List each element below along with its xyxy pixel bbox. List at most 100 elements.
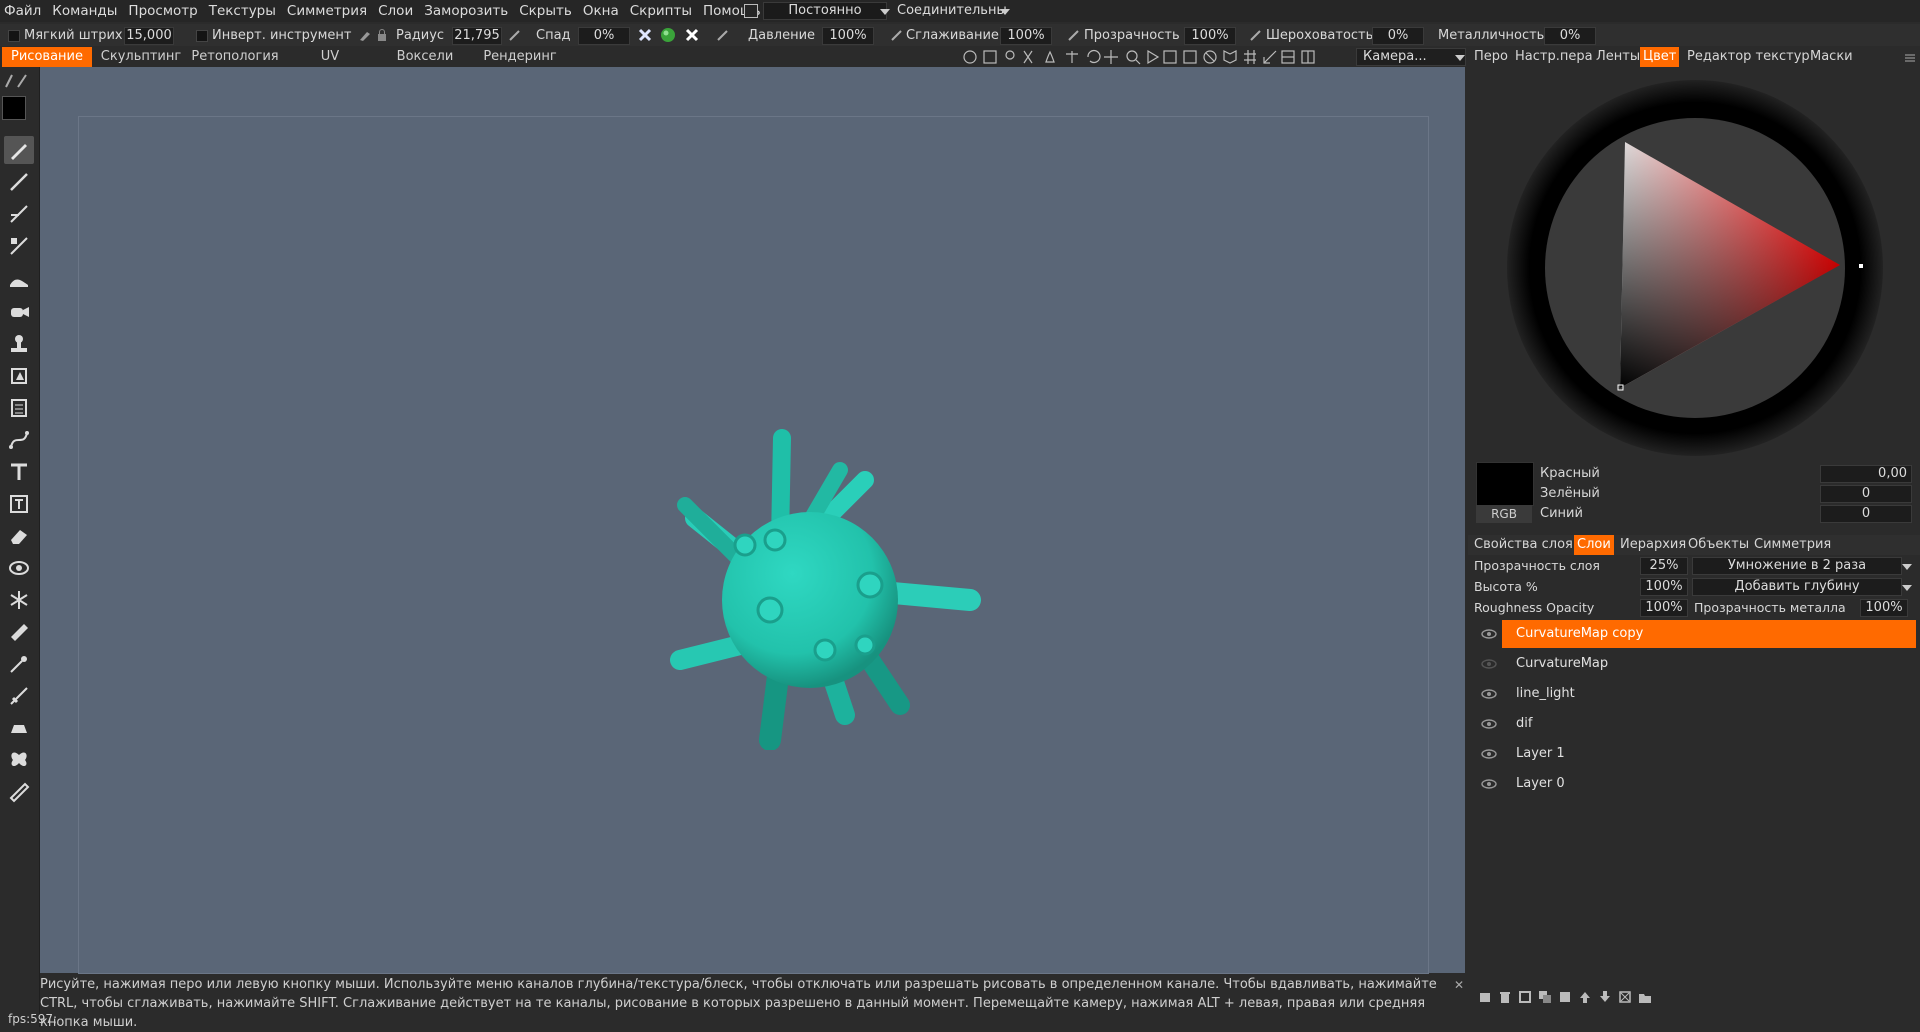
menu-windows[interactable]: Окна bbox=[579, 3, 626, 19]
folder-icon[interactable] bbox=[1638, 990, 1652, 1004]
pen-pressure-icon[interactable] bbox=[508, 28, 522, 42]
menu-textures[interactable]: Текстуры bbox=[205, 3, 283, 19]
layer-row[interactable]: CurvatureMap bbox=[1502, 650, 1916, 678]
tab-color[interactable]: Цвет bbox=[1640, 47, 1680, 67]
tool-visibility[interactable] bbox=[4, 554, 34, 582]
new-layer-icon[interactable] bbox=[1478, 990, 1492, 1004]
tab-symmetry[interactable]: Симметрия bbox=[1754, 535, 1831, 555]
pressure-value[interactable]: 100% bbox=[822, 27, 874, 45]
eye-icon[interactable] bbox=[1480, 628, 1498, 640]
green-value[interactable]: 0 bbox=[1820, 485, 1912, 503]
roughness-value[interactable]: 0% bbox=[1372, 27, 1424, 45]
layer-group-icon[interactable] bbox=[1558, 990, 1572, 1004]
room-tab-painting[interactable]: Рисование bbox=[2, 47, 92, 67]
menu-freeze[interactable]: Заморозить bbox=[420, 3, 515, 19]
eye-icon[interactable] bbox=[1480, 778, 1498, 790]
tab-pen[interactable]: Перо bbox=[1474, 47, 1508, 67]
blend-mode-arrow-icon[interactable] bbox=[1902, 564, 1912, 570]
mode-checkbox[interactable] bbox=[744, 4, 758, 18]
layer-row[interactable]: Layer 0 bbox=[1502, 770, 1916, 798]
primary-color-swatch[interactable] bbox=[2, 96, 26, 120]
brush-icon[interactable] bbox=[358, 28, 372, 42]
tool-stamp[interactable] bbox=[4, 330, 34, 358]
move-up-icon[interactable] bbox=[1578, 990, 1592, 1004]
tool-text[interactable] bbox=[4, 458, 34, 486]
lock-icon[interactable] bbox=[377, 28, 387, 42]
spiky-sphere-model[interactable] bbox=[660, 420, 990, 750]
tool-scraper[interactable] bbox=[4, 682, 34, 710]
eye-icon[interactable] bbox=[1480, 688, 1498, 700]
height-value[interactable]: 100% bbox=[1640, 578, 1688, 596]
tab-ribbons[interactable]: Ленты bbox=[1596, 47, 1640, 67]
panel-menu-icon[interactable] bbox=[1905, 52, 1915, 62]
clear-layer-icon[interactable] bbox=[1618, 990, 1632, 1004]
camera-dropdown-arrow-icon[interactable] bbox=[1455, 55, 1465, 61]
delete-layer-icon[interactable] bbox=[1498, 990, 1512, 1004]
opacity-pen-icon[interactable] bbox=[1067, 28, 1081, 42]
eye-icon[interactable] bbox=[1480, 718, 1498, 730]
tab-layers[interactable]: Слои bbox=[1574, 535, 1614, 555]
layer-row[interactable]: dif bbox=[1502, 710, 1916, 738]
tool-smudge[interactable] bbox=[4, 266, 34, 294]
snap-dropdown-arrow-icon[interactable] bbox=[1000, 9, 1010, 15]
layer-row[interactable]: Layer 1 bbox=[1502, 740, 1916, 768]
menu-scripts[interactable]: Скрипты bbox=[626, 3, 699, 19]
clear-gloss-icon[interactable] bbox=[684, 27, 700, 43]
tab-pen-settings[interactable]: Настр.пера bbox=[1515, 47, 1593, 67]
tool-split-brush[interactable] bbox=[4, 200, 34, 228]
depth-mode-arrow-icon[interactable] bbox=[1902, 585, 1912, 591]
color-mode-button[interactable]: RGB bbox=[1476, 505, 1532, 523]
radius-value[interactable]: 21,795 bbox=[452, 27, 502, 45]
color-channel-icon[interactable] bbox=[660, 27, 676, 43]
blend-mode-dropdown[interactable]: Умножение в 2 раза bbox=[1692, 557, 1902, 575]
soft-stroke-checkbox[interactable] bbox=[8, 30, 20, 42]
falloff-value[interactable]: 0% bbox=[578, 27, 630, 45]
roughness-pen-icon[interactable] bbox=[1249, 28, 1263, 42]
invert-tool-checkbox[interactable] bbox=[196, 30, 208, 42]
tool-iron[interactable] bbox=[4, 714, 34, 742]
camera-dropdown[interactable]: Камера... bbox=[1356, 48, 1466, 66]
menu-hide[interactable]: Скрыть bbox=[515, 3, 579, 19]
eye-icon[interactable] bbox=[1480, 658, 1498, 670]
menu-view[interactable]: Просмотр bbox=[124, 3, 204, 19]
quick-tools-icon[interactable] bbox=[2, 71, 36, 89]
tool-symmetry[interactable] bbox=[4, 746, 34, 774]
tool-measure[interactable] bbox=[4, 778, 34, 806]
menu-commands[interactable]: Команды bbox=[48, 3, 124, 19]
opacity-value[interactable]: 100% bbox=[1184, 27, 1236, 45]
current-color-swatch[interactable] bbox=[1476, 462, 1534, 506]
room-tab-voxels[interactable]: Воксели bbox=[390, 47, 460, 67]
tab-texture-editor[interactable]: Редактор текстур bbox=[1687, 47, 1810, 67]
tab-objects[interactable]: Объекты bbox=[1688, 535, 1749, 555]
tool-fill-area[interactable] bbox=[4, 362, 34, 390]
smoothing-pen-icon[interactable] bbox=[890, 28, 904, 42]
tool-clone[interactable] bbox=[4, 232, 34, 260]
tool-ruler[interactable] bbox=[4, 618, 34, 646]
layer-row[interactable]: CurvatureMap copy bbox=[1502, 620, 1916, 648]
tool-freeze[interactable] bbox=[4, 586, 34, 614]
tab-hierarchy[interactable]: Иерархия bbox=[1620, 535, 1686, 555]
metal-opacity-value[interactable]: 100% bbox=[1860, 599, 1908, 617]
mode-dropdown[interactable]: Постоянно bbox=[763, 2, 887, 20]
metalness-value[interactable]: 0% bbox=[1544, 27, 1596, 45]
tool-brush[interactable] bbox=[4, 136, 34, 164]
move-down-icon[interactable] bbox=[1598, 990, 1612, 1004]
tool-airbrush[interactable] bbox=[4, 298, 34, 326]
menu-layers[interactable]: Слои bbox=[374, 3, 420, 19]
smoothing-value[interactable]: 100% bbox=[1000, 27, 1052, 45]
duplicate-layer-icon[interactable] bbox=[1538, 990, 1552, 1004]
red-value[interactable]: 0,00 bbox=[1820, 465, 1912, 483]
snap-dropdown[interactable]: Соединительны bbox=[890, 2, 1014, 20]
tab-masks[interactable]: Маски bbox=[1810, 47, 1853, 67]
blue-value[interactable]: 0 bbox=[1820, 505, 1912, 523]
tool-fill[interactable] bbox=[4, 394, 34, 422]
room-tab-render[interactable]: Рендеринг bbox=[480, 47, 560, 67]
view-toolbar-icons[interactable] bbox=[962, 48, 1362, 66]
close-hint-icon[interactable]: ✕ bbox=[1454, 978, 1464, 992]
room-tab-sculpting[interactable]: Скульптинг bbox=[100, 47, 182, 67]
color-wheel[interactable] bbox=[1505, 78, 1885, 458]
hue-marker[interactable] bbox=[1859, 264, 1863, 268]
layer-opacity-value[interactable]: 25% bbox=[1640, 557, 1688, 575]
clear-depth-icon[interactable] bbox=[637, 27, 653, 43]
tool-line[interactable] bbox=[4, 168, 34, 196]
